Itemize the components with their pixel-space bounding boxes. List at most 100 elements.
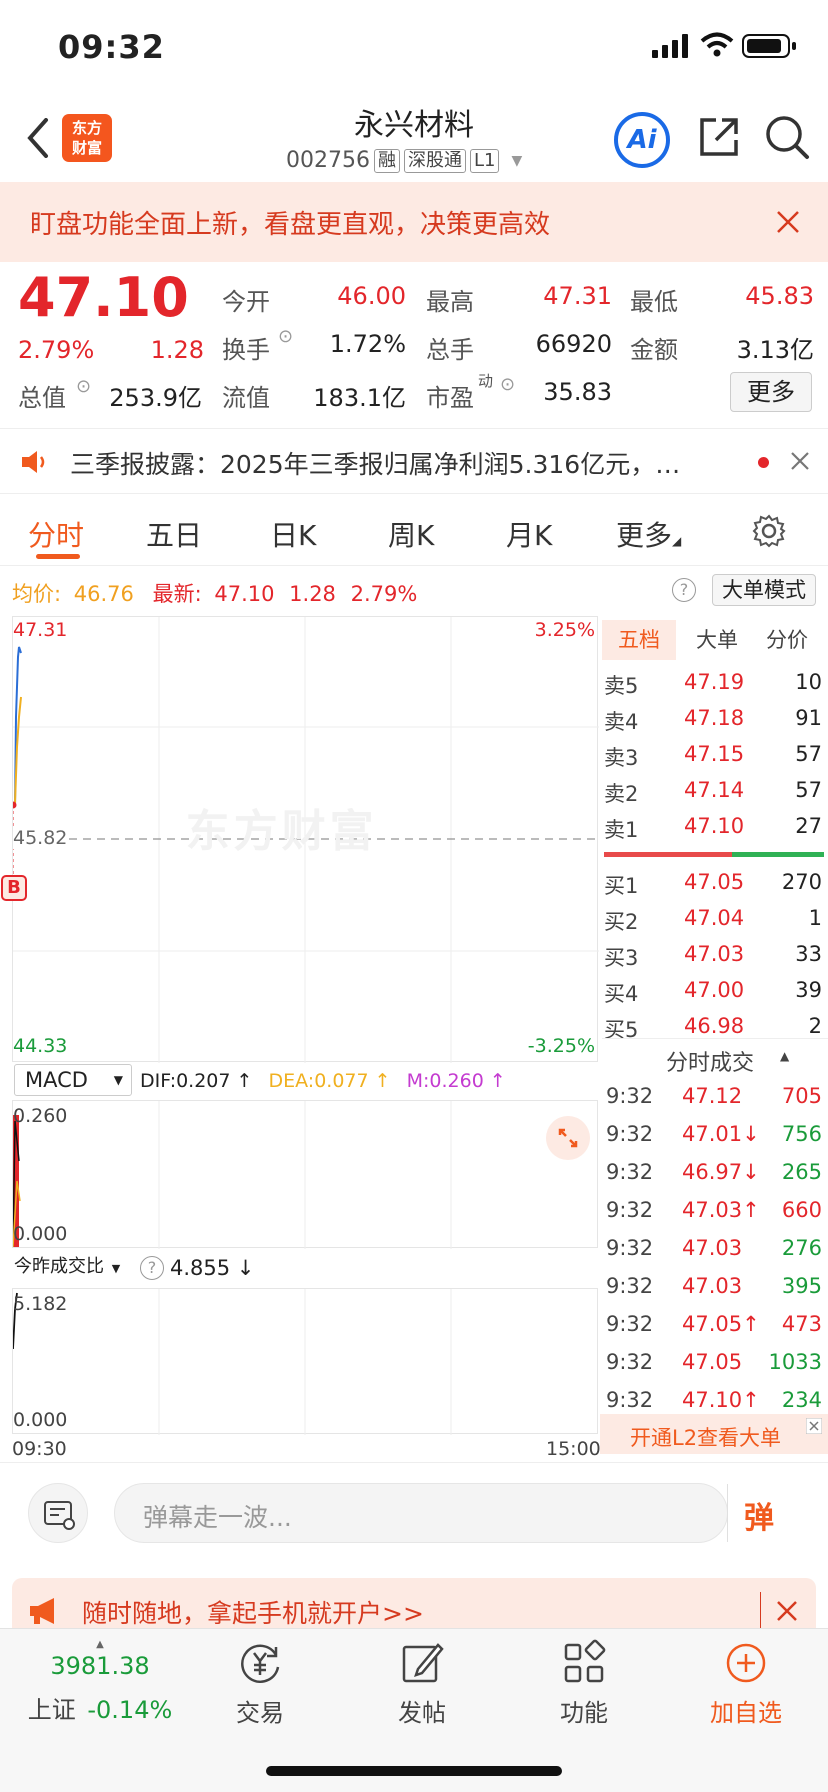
info-icon[interactable]: ⊙ xyxy=(76,376,91,397)
nav-add-watchlist[interactable]: 加自选 xyxy=(686,1639,806,1728)
big-order-mode-button[interactable]: 大单模式 xyxy=(712,574,816,606)
search-icon[interactable] xyxy=(764,114,810,160)
danmu-send-button[interactable]: 弹 xyxy=(744,1493,774,1537)
float-value: 183.1亿 xyxy=(313,384,406,412)
chevron-down-icon: ▼ xyxy=(511,152,523,169)
chart-summary: 均价: 46.76 最新: 47.10 1.28 2.79% xyxy=(12,578,417,608)
tab-more[interactable]: 更多◢ xyxy=(616,514,681,554)
trade-time: 9:32 xyxy=(606,1274,654,1298)
buy-marker[interactable]: B xyxy=(1,875,27,901)
help-icon[interactable]: ? xyxy=(672,578,696,602)
plus-circle-icon xyxy=(726,1643,766,1683)
latest-pct: 2.79% xyxy=(350,582,418,606)
low-label: 最低 xyxy=(630,288,678,316)
ask-qty: 57 xyxy=(795,742,822,766)
volume-axis-bottom: 0.000 xyxy=(13,1409,68,1431)
more-quote-button[interactable]: 更多 xyxy=(730,372,812,412)
tab-weekly-k[interactable]: 周K xyxy=(388,514,434,554)
nav-trade-label: 交易 xyxy=(236,1699,284,1727)
macd-axis-bottom: 0.000 xyxy=(13,1223,68,1245)
stock-code-row[interactable]: 002756 融 深股通 L1 ▼ xyxy=(286,148,522,173)
index-value: 3981.38 xyxy=(50,1652,150,1680)
ask-qty: 27 xyxy=(795,814,822,838)
trade-row: 9:32 47.03↑ 660 xyxy=(604,1192,824,1228)
feature-banner[interactable]: 盯盘功能全面上新，看盘更直观，决策更高效 xyxy=(0,182,828,262)
nav-trade[interactable]: 交易 xyxy=(200,1639,320,1728)
danmu-settings-button[interactable] xyxy=(28,1483,88,1543)
tab-intraday[interactable]: 分时 xyxy=(28,514,84,554)
axis-mid-price: 45.82 xyxy=(13,827,68,849)
bid-qty: 270 xyxy=(781,870,822,894)
expand-icon[interactable] xyxy=(545,1115,591,1161)
ask-row[interactable]: 卖3 47.15 57 xyxy=(604,736,824,772)
tab-level5[interactable]: 五档 xyxy=(602,620,676,660)
help-icon[interactable]: ? xyxy=(140,1256,164,1280)
volume-ratio-chart[interactable]: 5.182 0.000 xyxy=(12,1288,598,1435)
tab-big-orders[interactable]: 大单 xyxy=(682,620,752,660)
time-start: 09:30 xyxy=(12,1438,67,1460)
bid-qty: 33 xyxy=(795,942,822,966)
macd-selector[interactable]: MACD ▼ xyxy=(14,1064,132,1096)
close-icon[interactable] xyxy=(790,451,810,471)
l2-promo[interactable]: 开通L2查看大单 xyxy=(600,1414,828,1454)
bid-row[interactable]: 买2 47.04 1 xyxy=(604,900,824,936)
tab-underline xyxy=(36,554,80,559)
bid-qty: 1 xyxy=(808,906,822,930)
latest-change: 1.28 xyxy=(289,582,336,606)
tab-price-distribution[interactable]: 分价 xyxy=(752,620,822,660)
gear-icon[interactable] xyxy=(752,514,786,548)
info-icon[interactable]: ⊙ xyxy=(278,326,293,347)
macd-selector-label: MACD xyxy=(25,1068,88,1092)
ask-row[interactable]: 卖2 47.14 57 xyxy=(604,772,824,808)
tab-monthly-k[interactable]: 月K xyxy=(506,514,552,554)
danmu-bar: 弹幕走一波... 弹 xyxy=(0,1462,828,1562)
ask-price: 47.14 xyxy=(684,778,745,802)
trade-row: 9:32 47.10↑ 234 xyxy=(604,1382,824,1418)
index-name: 上证 xyxy=(27,1696,76,1724)
latest-label: 最新: xyxy=(152,582,202,606)
ai-assistant-button[interactable]: Ai xyxy=(614,112,670,168)
wifi-icon xyxy=(700,32,734,57)
close-icon[interactable] xyxy=(776,1600,798,1622)
macd-chart[interactable]: 0.260 0.000 xyxy=(12,1100,598,1249)
ask-row[interactable]: 卖5 47.19 10 xyxy=(604,664,824,700)
danmu-input[interactable]: 弹幕走一波... xyxy=(114,1483,728,1543)
intraday-chart[interactable]: 东方财富 47.31 3.25% 45.82 44.33 -3.25% B xyxy=(1,616,599,1063)
nav-post[interactable]: 发帖 xyxy=(362,1639,482,1728)
macd-axis-top: 0.260 xyxy=(13,1105,68,1127)
ask-row[interactable]: 卖4 47.18 91 xyxy=(604,700,824,736)
trades-title: 分时成交 xyxy=(666,1051,755,1076)
close-icon[interactable] xyxy=(776,210,800,234)
volume-ratio-selector[interactable]: 今昨成交比 ▼ xyxy=(14,1252,132,1284)
trade-time: 9:32 xyxy=(606,1388,654,1412)
trade-price: 47.10↑ xyxy=(682,1388,760,1412)
bid-label: 买1 xyxy=(604,874,639,898)
ask-row[interactable]: 卖1 47.10 27 xyxy=(604,808,824,844)
nav-functions[interactable]: 功能 xyxy=(524,1639,644,1728)
tab-daily-k[interactable]: 日K xyxy=(270,514,316,554)
amount-value: 3.13亿 xyxy=(736,336,814,364)
tab-five-day[interactable]: 五日 xyxy=(146,514,202,554)
info-icon[interactable]: ⊙ xyxy=(500,374,515,395)
bid-row[interactable]: 买1 47.05 270 xyxy=(604,864,824,900)
chevron-down-icon: ▼ xyxy=(111,1262,121,1275)
trade-price: 47.03↑ xyxy=(682,1198,760,1222)
bid-price: 47.04 xyxy=(684,906,745,930)
bid-row[interactable]: 买4 47.00 39 xyxy=(604,972,824,1008)
current-price: 47.10 xyxy=(18,266,189,329)
megaphone-icon xyxy=(30,1598,54,1624)
index-summary[interactable]: ▲ 3981.38 上证 -0.14% xyxy=(20,1639,180,1725)
share-icon[interactable] xyxy=(698,116,740,158)
trades-header[interactable]: 分时成交 ▲ xyxy=(602,1038,828,1078)
close-icon[interactable] xyxy=(806,1418,822,1434)
amount-label: 金额 xyxy=(630,336,678,364)
trade-price: 47.05 xyxy=(682,1350,743,1374)
news-ticker[interactable]: 三季报披露：2025年三季报归属净利润5.316亿元，… xyxy=(0,428,828,494)
promo-text: 随时随地，拿起手机就开户>> xyxy=(82,1599,424,1628)
divider xyxy=(727,1484,728,1542)
ask-price: 47.19 xyxy=(684,670,745,694)
trade-qty: 395 xyxy=(781,1274,822,1298)
trade-time: 9:32 xyxy=(606,1084,654,1108)
bid-price: 47.03 xyxy=(684,942,745,966)
bid-row[interactable]: 买3 47.03 33 xyxy=(604,936,824,972)
